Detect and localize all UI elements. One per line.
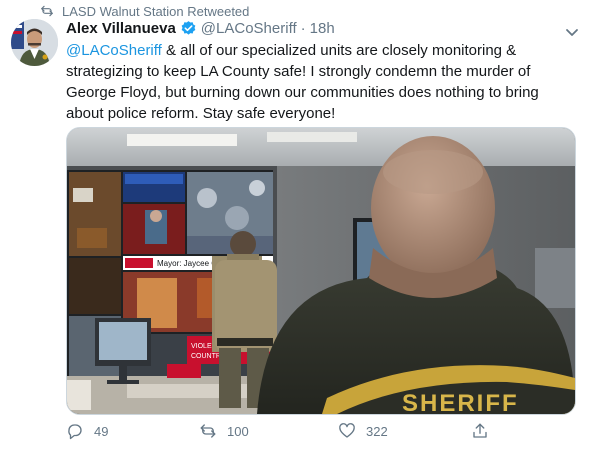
retweet-count: 100 bbox=[227, 423, 249, 439]
mention-link[interactable]: @LACoSheriff bbox=[66, 42, 162, 59]
sheriff-patch-text: SHERIFF bbox=[402, 390, 519, 414]
tweet-timestamp[interactable]: 18h bbox=[310, 20, 335, 37]
like-count: 322 bbox=[366, 423, 388, 439]
separator-dot: · bbox=[300, 20, 306, 37]
verified-badge-icon bbox=[180, 20, 197, 37]
avatar[interactable] bbox=[11, 19, 58, 66]
tweet-header: Alex Villanueva @LACoSheriff · 18h bbox=[66, 20, 335, 37]
reply-button[interactable]: 49 bbox=[66, 422, 108, 440]
retweet-context[interactable]: LASD Walnut Station Retweeted bbox=[40, 3, 249, 19]
tweet-text: @LACoSheriff & all of our specialized un… bbox=[66, 40, 574, 124]
retweet-icon bbox=[41, 5, 53, 17]
like-button[interactable]: 322 bbox=[338, 422, 388, 440]
author-name[interactable]: Alex Villanueva bbox=[66, 20, 176, 37]
share-icon bbox=[473, 423, 487, 438]
chevron-down-icon[interactable] bbox=[562, 22, 582, 42]
retweet-button[interactable]: 100 bbox=[199, 422, 249, 440]
retweet-context-text: LASD Walnut Station Retweeted bbox=[62, 3, 250, 19]
reply-count: 49 bbox=[94, 423, 109, 439]
retweet-icon bbox=[200, 424, 216, 438]
command-center-photo: Mayor: Jaycee Curtis Will be VIOLENT PRO… bbox=[67, 128, 575, 414]
share-button[interactable] bbox=[471, 422, 489, 440]
tweet-photo[interactable]: Mayor: Jaycee Curtis Will be VIOLENT PRO… bbox=[66, 127, 576, 415]
tweet-actions: 49 100 322 bbox=[66, 422, 574, 446]
heart-icon bbox=[339, 423, 355, 438]
author-handle[interactable]: @LACoSheriff bbox=[201, 20, 297, 37]
reply-icon bbox=[68, 424, 82, 440]
